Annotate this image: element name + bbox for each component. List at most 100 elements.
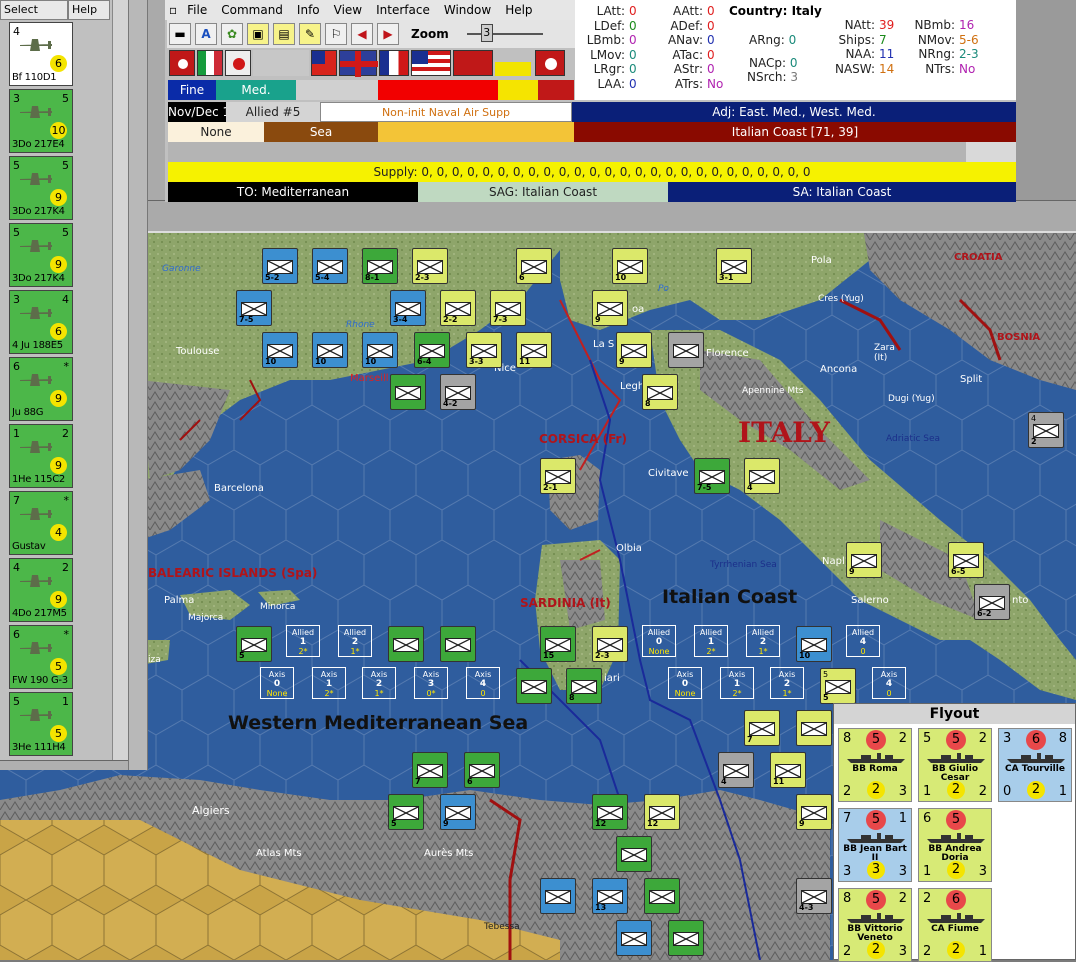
- axis-sea-box[interactable]: Axis 3 0*: [414, 667, 448, 699]
- menu-view[interactable]: View: [328, 0, 370, 20]
- map-unit-counter[interactable]: 7: [744, 710, 780, 746]
- unit-card[interactable]: 1 2 9 1He 115C2: [9, 424, 73, 488]
- unit-card[interactable]: 4 6 Bf 110D1: [9, 22, 73, 86]
- axis-sea-box[interactable]: Axis 0 None: [668, 667, 702, 699]
- help-button[interactable]: Help: [68, 0, 110, 20]
- axis-sea-box[interactable]: Axis 1 2*: [312, 667, 346, 699]
- unit-list-resize-bar[interactable]: [0, 760, 128, 770]
- map-unit-counter[interactable]: 9: [616, 332, 652, 368]
- gear-icon[interactable]: ✿: [221, 23, 243, 45]
- menu-help[interactable]: Help: [499, 0, 540, 20]
- menu-file[interactable]: File: [181, 0, 215, 20]
- map-unit-counter[interactable]: 11: [770, 752, 806, 788]
- vertical-scrollbar[interactable]: [128, 0, 148, 770]
- menu-command[interactable]: Command: [215, 0, 291, 20]
- map-unit-counter[interactable]: 4-3: [796, 878, 832, 914]
- map-unit-counter[interactable]: 2-3: [412, 248, 448, 284]
- zoom-slider[interactable]: 3: [466, 24, 543, 42]
- allied-sea-box[interactable]: Allied 1 2*: [694, 625, 728, 657]
- map-unit-counter[interactable]: 2-3: [592, 626, 628, 662]
- map-unit-counter[interactable]: 12: [644, 794, 680, 830]
- map-unit-counter[interactable]: 9: [440, 794, 476, 830]
- map-unit-counter[interactable]: 2-1: [540, 458, 576, 494]
- zoom-value[interactable]: 3: [480, 24, 493, 42]
- flyout-ship-counter[interactable]: 8 5 2 BB Vittorio Veneto 2 2 3: [838, 888, 912, 962]
- highlight-icon[interactable]: ✎: [299, 23, 321, 45]
- unit-card[interactable]: 7 * 4 Gustav: [9, 491, 73, 555]
- map-unit-counter[interactable]: 10: [612, 248, 648, 284]
- flyout-ship-counter[interactable]: 6 5 BB Andrea Doria 1 2 3: [918, 808, 992, 882]
- map-unit-counter[interactable]: [796, 710, 832, 746]
- map-unit-counter[interactable]: [390, 374, 426, 410]
- flyout-ship-counter[interactable]: 3 6 8 CA Tourville 0 2 1: [998, 728, 1072, 802]
- map-unit-counter[interactable]: 42: [1028, 412, 1064, 448]
- map-unit-counter[interactable]: 10: [262, 332, 298, 368]
- axis-sea-box[interactable]: Axis 2 1*: [770, 667, 804, 699]
- map-unit-counter[interactable]: 4: [718, 752, 754, 788]
- menu-icon[interactable]: ▫: [165, 0, 181, 20]
- flag-ussr[interactable]: [453, 50, 493, 76]
- axis-sea-box[interactable]: Axis 0 None: [260, 667, 294, 699]
- map-unit-counter[interactable]: 8-1: [362, 248, 398, 284]
- allied-sea-box[interactable]: Allied 0 None: [642, 625, 676, 657]
- axis-sea-box[interactable]: Axis 4 0: [872, 667, 906, 699]
- map-unit-counter[interactable]: [388, 626, 424, 662]
- map-unit-counter[interactable]: 12: [592, 794, 628, 830]
- map-unit-counter[interactable]: [540, 878, 576, 914]
- unit-list-scrollbar[interactable]: [112, 0, 128, 770]
- map-unit-counter[interactable]: 5-2: [262, 248, 298, 284]
- train-icon[interactable]: ▬: [169, 23, 191, 45]
- map-unit-counter[interactable]: 7: [412, 752, 448, 788]
- flyout-ship-counter[interactable]: 2 6 CA Fiume 2 2 1: [918, 888, 992, 962]
- menu-interface[interactable]: Interface: [370, 0, 438, 20]
- select-button[interactable]: Select: [0, 0, 68, 20]
- flag-usa[interactable]: [411, 50, 451, 76]
- back-arrow-icon[interactable]: ◀: [351, 23, 373, 45]
- flag-france[interactable]: [379, 50, 409, 76]
- unit-card[interactable]: 3 5 10 3Do 217E4: [9, 89, 73, 153]
- allied-sea-box[interactable]: Allied 4 0: [846, 625, 880, 657]
- marker-icon[interactable]: ▤: [273, 23, 295, 45]
- map-unit-counter[interactable]: [616, 836, 652, 872]
- allied-sea-box[interactable]: Allied 2 1*: [746, 625, 780, 657]
- flag-china[interactable]: [311, 50, 337, 76]
- menu-window[interactable]: Window: [438, 0, 499, 20]
- map-unit-counter[interactable]: [644, 878, 680, 914]
- stack-icon[interactable]: ▣: [247, 23, 269, 45]
- flyout-ship-counter[interactable]: 5 5 2 BB Giulio Cesar 1 2 2: [918, 728, 992, 802]
- unit-card[interactable]: 3464 Ju 188E5: [9, 290, 73, 354]
- map-unit-counter[interactable]: 10: [796, 626, 832, 662]
- map-unit-counter[interactable]: 13: [592, 878, 628, 914]
- map-unit-counter[interactable]: 7-5: [236, 290, 272, 326]
- map-unit-counter[interactable]: 8: [642, 374, 678, 410]
- unit-card[interactable]: 5 5 9 3Do 217K4: [9, 156, 73, 220]
- map-unit-counter[interactable]: 15: [540, 626, 576, 662]
- map-unit-counter[interactable]: 7-5: [694, 458, 730, 494]
- map-unit-counter[interactable]: 5: [388, 794, 424, 830]
- allied-sea-box[interactable]: Allied 1 2*: [286, 625, 320, 657]
- map-unit-counter[interactable]: 10: [312, 332, 348, 368]
- flag-small-germany[interactable]: [535, 50, 565, 76]
- unit-card[interactable]: 6 * 9 Ju 88G: [9, 357, 73, 421]
- unit-card[interactable]: 6 * 5 FW 190 G-3: [9, 625, 73, 689]
- flag-icon[interactable]: ⚐: [325, 23, 347, 45]
- map-unit-counter[interactable]: 5-4: [312, 248, 348, 284]
- axis-sea-box[interactable]: Axis 1 2*: [720, 667, 754, 699]
- axis-sea-box[interactable]: Axis 4 0: [466, 667, 500, 699]
- flag-italy[interactable]: [197, 50, 223, 76]
- axis-sea-box[interactable]: Axis 2 1*: [362, 667, 396, 699]
- map-unit-counter[interactable]: [440, 626, 476, 662]
- map-unit-counter[interactable]: 6-4: [414, 332, 450, 368]
- unit-card[interactable]: 5 5 9 3Do 217K4: [9, 223, 73, 287]
- flag-japan[interactable]: [225, 50, 251, 76]
- menu-info[interactable]: Info: [291, 0, 328, 20]
- map-unit-counter[interactable]: 9: [846, 542, 882, 578]
- map-unit-counter[interactable]: 5: [236, 626, 272, 662]
- map-unit-counter[interactable]: 6: [464, 752, 500, 788]
- map-unit-counter[interactable]: 9: [796, 794, 832, 830]
- map-unit-counter[interactable]: 7-3: [490, 290, 526, 326]
- map-unit-counter[interactable]: [616, 920, 652, 956]
- map-unit-counter[interactable]: 4: [744, 458, 780, 494]
- map-unit-counter[interactable]: 6-2: [974, 584, 1010, 620]
- map-unit-counter[interactable]: 3-4: [390, 290, 426, 326]
